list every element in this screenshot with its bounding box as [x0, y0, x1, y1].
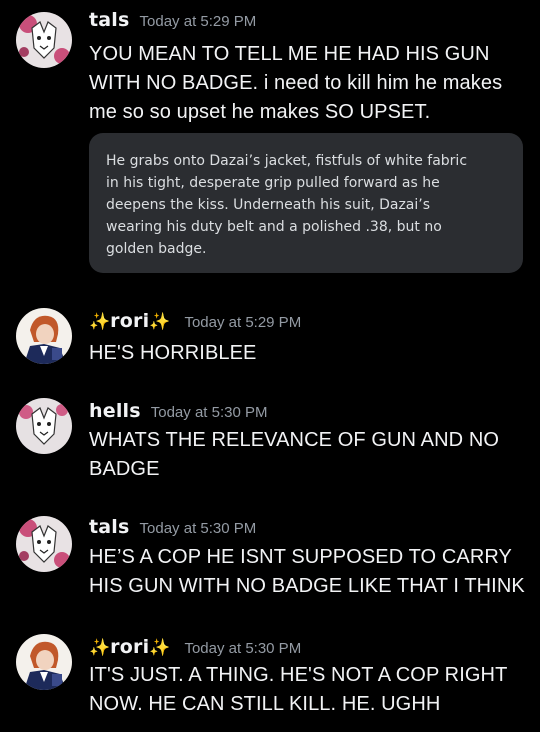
rori-avatar-icon: [16, 308, 72, 364]
username[interactable]: hells: [89, 400, 141, 422]
message-header: ✨rori✨ Today at 5:30 PM: [89, 636, 301, 658]
timestamp: Today at 5:30 PM: [150, 404, 268, 421]
timestamp: Today at 5:30 PM: [139, 520, 257, 537]
avatar-tals[interactable]: [16, 516, 72, 572]
quote-embed: He grabs onto Dazai’s jacket, fistfuls o…: [89, 133, 523, 273]
sparkle-icon: ✨: [149, 638, 171, 658]
message-text: HE’S A COP HE ISNT SUPPOSED TO CARRY HIS…: [89, 546, 525, 597]
timestamp: Today at 5:29 PM: [184, 314, 302, 331]
message-header: hells Today at 5:30 PM: [89, 400, 267, 422]
username[interactable]: rori: [110, 310, 149, 332]
username[interactable]: rori: [110, 636, 149, 658]
timestamp: Today at 5:30 PM: [184, 640, 302, 657]
message-header: tals Today at 5:30 PM: [89, 516, 256, 538]
timestamp: Today at 5:29 PM: [139, 13, 257, 30]
tals-avatar-icon: [16, 516, 72, 572]
message-text: IT'S JUST. A THING. HE'S NOT A COP RIGHT…: [89, 664, 508, 715]
hells-avatar-icon: [16, 398, 72, 454]
sparkle-icon: ✨: [89, 312, 111, 332]
tals-avatar-icon: [16, 12, 72, 68]
message-text: WHATS THE RELEVANCE OF GUN AND NO BADGE: [89, 429, 500, 480]
message-header: ✨rori✨ Today at 5:29 PM: [89, 310, 301, 332]
sparkle-icon: ✨: [149, 312, 171, 332]
avatar-hells[interactable]: [16, 398, 72, 454]
avatar-tals[interactable]: [16, 12, 72, 68]
message-text: YOU MEAN TO TELL ME HE HAD HIS GUN WITH …: [89, 43, 503, 123]
avatar-rori[interactable]: [16, 634, 72, 690]
quote-text: He grabs onto Dazai’s jacket, fistfuls o…: [106, 153, 468, 257]
message-header: tals Today at 5:29 PM: [89, 9, 256, 31]
message-text: HE'S HORRIBLEE: [89, 342, 257, 364]
avatar-rori[interactable]: [16, 308, 72, 364]
username[interactable]: tals: [89, 9, 130, 31]
username[interactable]: tals: [89, 516, 130, 538]
sparkle-icon: ✨: [89, 638, 111, 658]
rori-avatar-icon: [16, 634, 72, 690]
